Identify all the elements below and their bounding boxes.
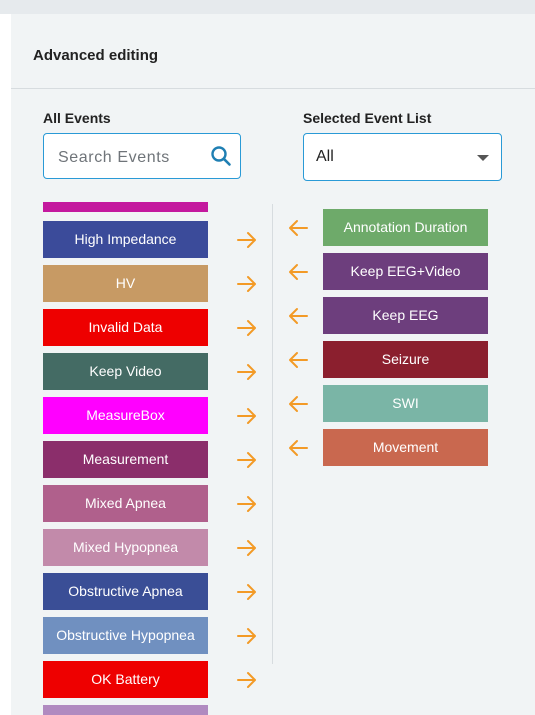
add-event-arrow-icon[interactable] [236, 275, 258, 293]
all-event-item[interactable]: Measurement [43, 441, 208, 478]
selected-event-item[interactable]: Annotation Duration [323, 209, 488, 246]
event-filter-value: All [316, 148, 334, 165]
advanced-editing-panel: Advanced editing All Events Selected Eve… [11, 14, 535, 715]
remove-event-arrow-icon[interactable] [287, 395, 309, 413]
all-event-item[interactable]: Keep Video [43, 353, 208, 390]
list-item-partial[interactable] [43, 705, 208, 715]
all-event-item[interactable]: High Impedance [43, 221, 208, 258]
event-filter-select[interactable]: All [303, 133, 502, 181]
selected-event-list-title: Selected Event List [303, 110, 432, 126]
remove-event-arrow-icon[interactable] [287, 307, 309, 325]
column-divider [272, 204, 273, 664]
all-event-item[interactable]: MeasureBox [43, 397, 208, 434]
all-event-item[interactable]: Obstructive Hypopnea [43, 617, 208, 654]
search-icon[interactable] [210, 145, 232, 167]
chevron-down-icon [477, 155, 489, 161]
selected-event-item[interactable]: SWI [323, 385, 488, 422]
panel-header: Advanced editing [11, 14, 535, 89]
all-event-item[interactable]: OK Battery [43, 661, 208, 698]
remove-event-arrow-icon[interactable] [287, 219, 309, 237]
all-event-item[interactable]: HV [43, 265, 208, 302]
selected-event-item[interactable]: Seizure [323, 341, 488, 378]
add-event-arrow-icon[interactable] [236, 495, 258, 513]
top-bar [0, 0, 535, 14]
remove-event-arrow-icon[interactable] [287, 351, 309, 369]
search-events-field[interactable] [43, 133, 241, 179]
add-event-arrow-icon[interactable] [236, 407, 258, 425]
selected-event-item[interactable]: Keep EEG+Video [323, 253, 488, 290]
selected-event-item[interactable]: Movement [323, 429, 488, 466]
add-event-arrow-icon[interactable] [236, 319, 258, 337]
panel-title: Advanced editing [33, 47, 159, 64]
remove-event-arrow-icon[interactable] [287, 439, 309, 457]
all-event-item[interactable]: Mixed Apnea [43, 485, 208, 522]
all-events-title: All Events [43, 110, 111, 126]
add-event-arrow-icon[interactable] [236, 627, 258, 645]
add-event-arrow-icon[interactable] [236, 583, 258, 601]
add-event-arrow-icon[interactable] [236, 671, 258, 689]
all-event-item[interactable]: Invalid Data [43, 309, 208, 346]
add-event-arrow-icon[interactable] [236, 363, 258, 381]
all-event-item[interactable]: Obstructive Apnea [43, 573, 208, 610]
add-event-arrow-icon[interactable] [236, 231, 258, 249]
search-input[interactable] [56, 146, 210, 170]
add-event-arrow-icon[interactable] [236, 451, 258, 469]
list-item-partial[interactable] [43, 202, 208, 212]
add-event-arrow-icon[interactable] [236, 539, 258, 557]
remove-event-arrow-icon[interactable] [287, 263, 309, 281]
all-event-item[interactable]: Mixed Hypopnea [43, 529, 208, 566]
selected-event-item[interactable]: Keep EEG [323, 297, 488, 334]
